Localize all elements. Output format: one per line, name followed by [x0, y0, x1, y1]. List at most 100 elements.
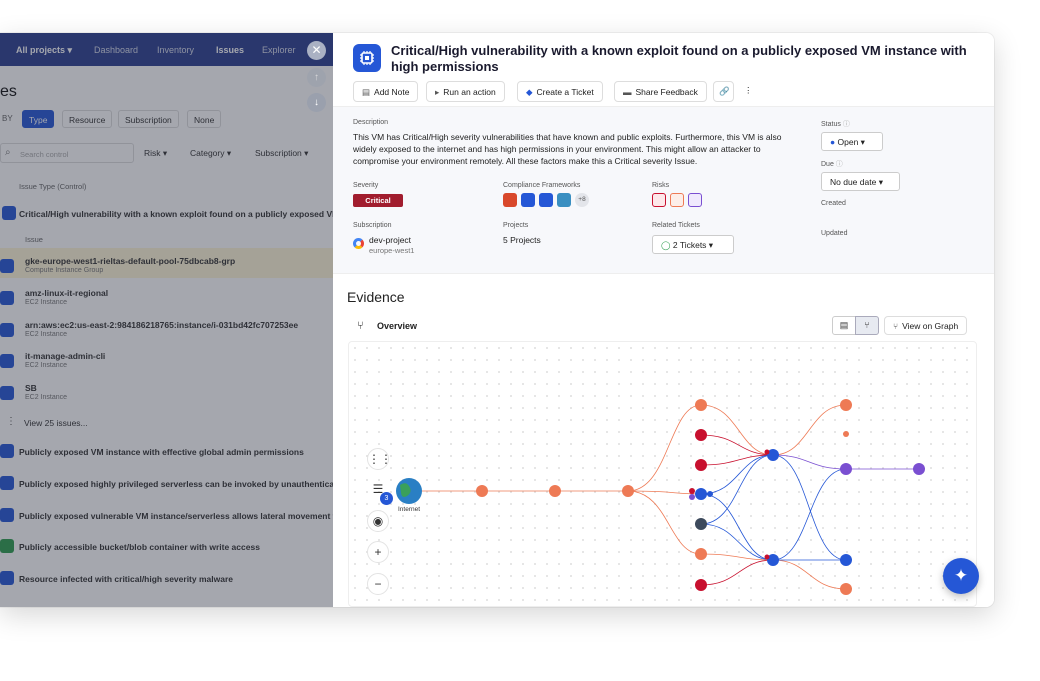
graph-icon: ⑂: [357, 320, 364, 332]
run-action-button[interactable]: ▸ Run an action: [426, 81, 505, 102]
more-options-icon[interactable]: ⋮: [738, 81, 757, 102]
nav-explorer[interactable]: Explorer: [262, 45, 296, 55]
filter-category[interactable]: Category ▾: [190, 148, 231, 159]
arrow-up-icon[interactable]: ↑: [307, 68, 326, 87]
control-row[interactable]: Publicly exposed VM instance with effect…: [19, 447, 304, 457]
projects-value[interactable]: 5 Projects: [503, 235, 541, 245]
jira-icon: ◆: [526, 87, 533, 97]
arrow-down-icon[interactable]: ↓: [307, 93, 326, 112]
severity-label: Severity: [353, 182, 379, 189]
evidence-heading: Evidence: [347, 289, 405, 305]
tickets-value: 2 Tickets: [672, 240, 707, 250]
gcp-icon: [353, 238, 364, 249]
search-input[interactable]: ⌕ Search control: [0, 143, 134, 163]
share-feedback-label: Share Feedback: [635, 87, 698, 97]
vm-icon: [0, 386, 14, 400]
updated-label: Updated: [821, 230, 848, 237]
group-tab-none[interactable]: None: [187, 110, 222, 128]
framework-icon[interactable]: [503, 193, 517, 207]
add-note-button[interactable]: ▤ Add Note: [353, 81, 419, 102]
subscription-name[interactable]: dev-project: [369, 235, 411, 245]
issue-name: gke-europe-west1-rieltas-default-pool-75…: [25, 256, 236, 266]
share-feedback-button[interactable]: ▬ Share Feedback: [614, 81, 707, 102]
issue-type: EC2 Instance: [25, 299, 68, 306]
risks-label: Risks: [652, 182, 670, 189]
issue-type: EC2 Instance: [25, 394, 68, 401]
ticket-icon: ◯: [661, 240, 671, 250]
internet-node-label: Internet: [398, 506, 421, 513]
framework-icon[interactable]: [521, 193, 535, 207]
add-note-label: Add Note: [374, 87, 410, 97]
framework-icon[interactable]: [557, 193, 571, 207]
more-icon: ⋮: [6, 416, 16, 427]
graph-view-icon[interactable]: ⑂: [855, 316, 879, 335]
create-ticket-label: Create a Ticket: [536, 87, 594, 97]
due-label: Due ⓘ: [821, 159, 843, 169]
issue-title: Critical/High vulnerability with a known…: [391, 43, 967, 74]
nav-issues[interactable]: Issues: [216, 45, 244, 55]
control-icon: [0, 476, 14, 490]
column-header: Issue Type (Control): [19, 182, 87, 191]
vm-icon: [0, 291, 14, 305]
filter-subscription[interactable]: Subscription ▾: [255, 148, 308, 159]
nav-inventory[interactable]: Inventory: [157, 45, 194, 55]
created-label: Created: [821, 200, 846, 207]
control-row[interactable]: Publicly exposed vulnerable VM instance/…: [19, 511, 333, 521]
security-graph[interactable]: ⋮⋮ ☰ 3 ◉ + − Internet: [348, 341, 977, 607]
projects-label: Projects: [503, 222, 529, 229]
issue-metadata: Description This VM has Critical/High se…: [333, 106, 994, 274]
subscription-label: Subscription: [353, 222, 392, 229]
exposure-risk-icon[interactable]: [670, 193, 684, 207]
top-nav: All projects ▾ Dashboard Inventory Issue…: [0, 33, 333, 66]
nav-dashboard[interactable]: Dashboard: [94, 45, 138, 55]
vm-icon: [0, 323, 14, 337]
filter-risk[interactable]: Risk ▾: [144, 148, 167, 159]
issue-header: Issue: [25, 235, 43, 244]
group-tab-resource[interactable]: Resource: [62, 110, 113, 128]
compliance-more-badge[interactable]: +8: [575, 193, 589, 207]
create-ticket-button[interactable]: ◆ Create a Ticket: [517, 81, 603, 102]
control-row[interactable]: Resource infected with critical/high sev…: [19, 574, 233, 584]
status-label: Status ⓘ: [821, 119, 850, 129]
control-icon: [2, 206, 16, 220]
group-tab-subscription[interactable]: Subscription: [118, 110, 179, 128]
severity-badge: Critical: [353, 194, 403, 207]
bug-risk-icon[interactable]: [652, 193, 666, 207]
control-row-top[interactable]: Critical/High vulnerability with a known…: [19, 209, 333, 219]
control-icon: [0, 508, 14, 522]
close-icon[interactable]: ✕: [307, 41, 326, 60]
control-icon: [0, 571, 14, 585]
table-view-icon[interactable]: ▤: [832, 316, 856, 335]
issue-description: This VM has Critical/High severity vulne…: [353, 132, 782, 166]
page-title: es: [0, 83, 17, 100]
nav-projects[interactable]: All projects ▾: [16, 45, 72, 56]
group-tab-type[interactable]: Type: [22, 110, 55, 128]
subscription-region: europe-west1: [369, 246, 415, 255]
issue-name: arn:aws:ec2:us-east-2:984186218765:insta…: [25, 320, 299, 330]
status-value: Open: [837, 137, 859, 147]
search-placeholder: Search control: [20, 150, 69, 159]
ai-assistant-icon[interactable]: ✦: [943, 558, 979, 594]
due-dropdown[interactable]: No due date ▾: [821, 172, 900, 191]
framework-icon[interactable]: [539, 193, 553, 207]
group-by-label: BY: [2, 114, 13, 123]
graph-canvas: [396, 399, 925, 595]
due-value: No due date: [830, 177, 877, 187]
control-row[interactable]: Publicly accessible bucket/blob containe…: [19, 542, 260, 552]
identity-risk-icon[interactable]: [688, 193, 702, 207]
due-label-text: Due: [821, 161, 834, 168]
status-dropdown[interactable]: ● Open ▾: [821, 132, 883, 151]
issues-list-panel: All projects ▾ Dashboard Inventory Issue…: [0, 33, 333, 607]
description-label: Description: [353, 119, 389, 126]
vm-icon: [0, 259, 14, 273]
link-icon[interactable]: 🔗: [713, 81, 734, 102]
view-on-graph-button[interactable]: ⑂ View on Graph: [884, 316, 968, 335]
issue-name: amz-linux-it-regional: [25, 288, 109, 298]
search-icon: ⌕: [5, 147, 11, 158]
view-more-link[interactable]: View 25 issues...: [24, 418, 88, 428]
status-label-text: Status: [821, 121, 841, 128]
issue-type: EC2 Instance: [25, 362, 68, 369]
app-window: All projects ▾ Dashboard Inventory Issue…: [0, 33, 994, 607]
control-row[interactable]: Publicly exposed highly privileged serve…: [19, 479, 333, 489]
tickets-dropdown[interactable]: ◯ 2 Tickets ▾: [652, 235, 734, 254]
